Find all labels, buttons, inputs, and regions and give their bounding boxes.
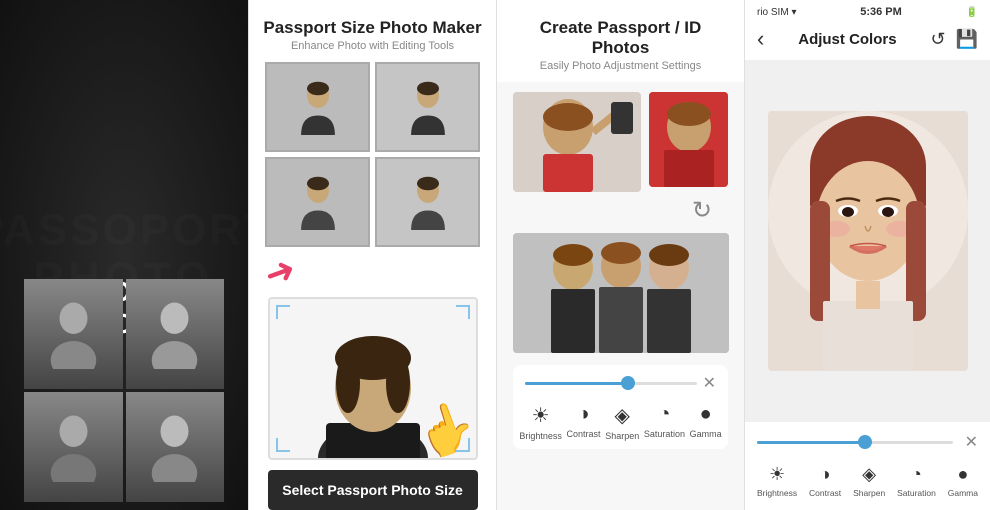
panel4-toolbar: ✕ ☀ Brightness ◑ Contrast ◈ Sharpen ◔ Sa… — [745, 422, 990, 510]
panel4-gamma-tool[interactable]: ● Gamma — [948, 464, 978, 498]
asian-portrait — [768, 111, 968, 371]
panel2-title: Passport Size Photo Maker — [263, 18, 481, 38]
undo-button[interactable]: ↺ — [930, 29, 945, 50]
panel3-slider-track[interactable] — [525, 382, 697, 385]
list-item — [265, 62, 370, 152]
brightness-tool[interactable]: ☀ Brightness — [519, 403, 562, 441]
panel2-subtitle: Enhance Photo with Editing Tools — [263, 40, 481, 52]
panel4-title: Adjust Colors — [764, 31, 930, 48]
list-item — [375, 157, 480, 247]
saturation-icon: ◔ — [658, 403, 670, 426]
panel4-saturation-tool[interactable]: ◔ Saturation — [897, 464, 936, 498]
panel4-brightness-tool[interactable]: ☀ Brightness — [757, 464, 797, 498]
panel4-brightness-icon: ☀ — [769, 464, 785, 485]
panel4-slider-fill — [757, 441, 865, 444]
list-item — [24, 279, 123, 389]
list-item — [375, 62, 480, 152]
group-photo — [513, 233, 729, 353]
saturation-label: Saturation — [644, 429, 685, 439]
small-portrait — [649, 92, 728, 187]
panel3-slider-fill — [525, 382, 628, 385]
gamma-icon: ● — [700, 403, 712, 426]
panel4-photo-display — [745, 60, 990, 422]
sharpen-label: Sharpen — [605, 431, 639, 441]
curved-arrow-icon: ↻ — [513, 196, 728, 225]
list-item — [126, 279, 225, 389]
panel3-close-button[interactable]: ✕ — [703, 373, 716, 393]
gamma-tool[interactable]: ● Gamma — [690, 403, 722, 441]
panel3-subtitle: Easily Photo Adjustment Settings — [509, 60, 732, 72]
panel4-saturation-icon: ◔ — [911, 464, 922, 485]
panel4-brightness-label: Brightness — [757, 488, 797, 498]
contrast-tool[interactable]: ◑ Contrast — [567, 403, 601, 441]
panel4-header: ‹ Adjust Colors ↺ 💾 — [745, 22, 990, 60]
brightness-label: Brightness — [519, 431, 562, 441]
panel4-contrast-icon: ◑ — [820, 464, 831, 485]
panel3-header: Create Passport / ID Photos Easily Photo… — [497, 0, 744, 82]
sharpen-icon: ◈ — [615, 403, 630, 428]
panel3-color-toolbar: ✕ ☀ Brightness ◑ Contrast ◈ Sharpen ◔ Sa… — [513, 365, 728, 449]
panel4-saturation-label: Saturation — [897, 488, 936, 498]
arrow-icon: ➜ — [259, 247, 302, 297]
select-passport-size-button[interactable]: Select Passport Photo Size — [268, 470, 478, 510]
panel4-sharpen-icon: ◈ — [862, 464, 876, 485]
panel3-content: ↻ — [497, 82, 744, 510]
panel1-photo-grid — [14, 279, 234, 510]
panel4-header-actions: ↺ 💾 — [930, 29, 978, 50]
panel4-close-button[interactable]: ✕ — [965, 432, 978, 452]
list-item — [265, 157, 370, 247]
panel4-slider-row: ✕ — [751, 432, 984, 460]
panel4-contrast-label: Contrast — [809, 488, 841, 498]
corner-tr-icon — [456, 305, 470, 319]
panel4-slider-thumb[interactable] — [858, 435, 872, 449]
selfie-photo — [513, 92, 641, 192]
panel4-contrast-tool[interactable]: ◑ Contrast — [809, 464, 841, 498]
panel4-statusbar: rio SIM ▾ 5:36 PM 🔋 — [745, 0, 990, 22]
panel2-photo-grid — [249, 62, 496, 247]
arrow-row: ➜ — [249, 247, 496, 297]
panel4-slider-track[interactable] — [757, 441, 953, 444]
sharpen-tool[interactable]: ◈ Sharpen — [605, 403, 639, 441]
panel4-sharpen-label: Sharpen — [853, 488, 885, 498]
corner-bl-icon — [276, 438, 290, 452]
panel3-title: Create Passport / ID Photos — [509, 18, 732, 58]
panel1-dark: PASSOPORT PHOTO PASSOPORT PHOTO — [0, 0, 248, 510]
list-item — [126, 392, 225, 502]
contrast-label: Contrast — [567, 429, 601, 439]
panel4-toolbar-icons: ☀ Brightness ◑ Contrast ◈ Sharpen ◔ Satu… — [751, 460, 984, 498]
brightness-icon: ☀ — [532, 403, 550, 428]
panel4-adjust-colors: rio SIM ▾ 5:36 PM 🔋 ‹ Adjust Colors ↺ 💾 — [744, 0, 990, 510]
panel2-photo-maker: Passport Size Photo Maker Enhance Photo … — [248, 0, 496, 510]
saturation-tool[interactable]: ◔ Saturation — [644, 403, 685, 441]
contrast-icon: ◑ — [577, 403, 589, 426]
back-button[interactable]: ‹ — [757, 26, 764, 52]
panel3-id-photos: Create Passport / ID Photos Easily Photo… — [496, 0, 744, 510]
gamma-label: Gamma — [690, 429, 722, 439]
list-item — [24, 392, 123, 502]
panel2-header: Passport Size Photo Maker Enhance Photo … — [251, 0, 493, 62]
panel4-gamma-icon: ● — [957, 464, 968, 485]
time-text: 5:36 PM — [860, 6, 902, 18]
carrier-text: rio SIM ▾ — [757, 7, 796, 18]
panel3-slider-row: ✕ — [517, 373, 724, 399]
panel3-toolbar-icons: ☀ Brightness ◑ Contrast ◈ Sharpen ◔ Satu… — [517, 399, 724, 441]
panel2-camera-preview: 👆 — [268, 297, 478, 460]
panel4-gamma-label: Gamma — [948, 488, 978, 498]
panel3-slider-thumb[interactable] — [621, 376, 635, 390]
panel4-sharpen-tool[interactable]: ◈ Sharpen — [853, 464, 885, 498]
save-button[interactable]: 💾 — [956, 29, 978, 50]
battery-icon: 🔋 — [966, 7, 978, 18]
corner-tl-icon — [276, 305, 290, 319]
selfie-area — [513, 92, 728, 192]
